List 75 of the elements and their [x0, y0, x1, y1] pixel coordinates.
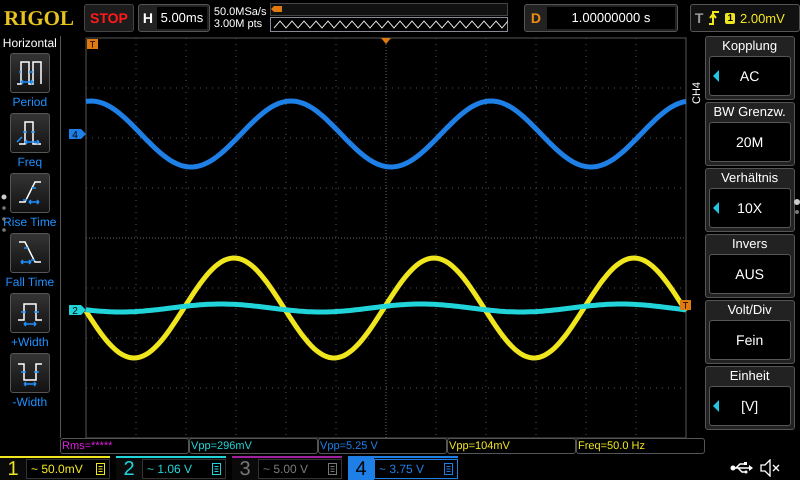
- horizontal-position-icon[interactable]: [380, 38, 391, 44]
- trigger-label: T: [694, 10, 704, 26]
- channel-label: CH4: [690, 80, 704, 104]
- softkey-value: Fein: [736, 332, 764, 348]
- bandwidth-limit-icon: [444, 463, 453, 475]
- measurement-value: Rms=*****: [60, 438, 189, 454]
- timebase-label: H: [142, 10, 154, 26]
- channel-scale: ~ 1.06 V: [147, 462, 194, 476]
- measurement-value: Vpp=5.25 V: [318, 438, 447, 454]
- channel-marker[interactable]: 4: [68, 129, 86, 141]
- softkey-value: 20M: [736, 134, 764, 150]
- softkey-value: 10X: [737, 200, 762, 216]
- trigger-level: 2.00mV: [740, 10, 785, 26]
- channel-number: 4: [348, 458, 374, 480]
- timebase-box[interactable]: H 5.00ms: [138, 4, 210, 32]
- trigger-position-marker[interactable]: T: [86, 39, 98, 50]
- channel-tab[interactable]: 2 ~ 1.06 V: [116, 456, 226, 480]
- channel-scale: ~ 3.75 V: [379, 462, 426, 476]
- softkey-title: Invers: [732, 236, 768, 253]
- measure-button[interactable]: [10, 233, 50, 273]
- measure-label: +Width: [10, 335, 49, 349]
- softkey-value: AUS: [735, 266, 764, 282]
- bandwidth-limit-icon: [96, 463, 105, 475]
- measure-label: Fall Time: [5, 275, 54, 289]
- softkey-title: BW Grenzw.: [714, 104, 786, 121]
- softkey-menu-item[interactable]: Invers AUS: [704, 234, 795, 298]
- mute-icon: [760, 459, 780, 477]
- measurement-value: Freq=50.0 Hz: [576, 438, 705, 454]
- channel-number: 2: [122, 458, 136, 480]
- brand-logo: RIGOL: [4, 6, 76, 30]
- measure-button[interactable]: [10, 113, 50, 153]
- menu-title: Horizontal: [2, 36, 57, 50]
- sample-rate: 50.0MSa/s: [214, 6, 266, 18]
- softkey-menu-item[interactable]: BW Grenzw. 20M: [704, 102, 795, 166]
- softkey-value: AC: [740, 68, 760, 84]
- measure-label: -Width: [12, 395, 48, 409]
- channel-tab[interactable]: 4 ~ 3.75 V: [348, 456, 458, 480]
- measurement-value: Vpp=296mV: [189, 438, 318, 454]
- trigger-box[interactable]: T 1 2.00mV: [690, 4, 800, 32]
- measure-label: Period: [12, 95, 48, 109]
- softkey-value: [V]: [741, 398, 758, 414]
- channel-number: 1: [6, 458, 20, 480]
- measure-button[interactable]: [10, 173, 50, 213]
- measure-label: Rise Time: [3, 215, 56, 229]
- channel-tab[interactable]: 1 ~ 50.0mV: [0, 456, 110, 480]
- measurement-value: Vpp=104mV: [447, 438, 576, 454]
- channel-marker[interactable]: 2: [68, 305, 86, 317]
- delay-label: D: [530, 10, 542, 26]
- memory-depth: 3.00M pts: [214, 18, 264, 30]
- timebase-value: 5.00ms: [157, 7, 207, 29]
- measure-button[interactable]: [10, 293, 50, 333]
- softkey-title: Verhältnis: [721, 170, 778, 187]
- measure-label: Freq: [17, 155, 42, 169]
- channel-tab[interactable]: 3 ~ 5.00 V: [232, 456, 342, 480]
- softkey-title: Kopplung: [722, 38, 778, 55]
- trigger-source: 1: [725, 12, 735, 24]
- measure-button[interactable]: [10, 353, 50, 393]
- measure-button[interactable]: [10, 53, 50, 93]
- delay-box[interactable]: D 1.00000000 s: [524, 4, 678, 32]
- softkey-title: Volt/Div: [728, 302, 772, 319]
- bandwidth-limit-icon: [328, 463, 337, 475]
- delay-value: 1.00000000 s: [547, 7, 675, 29]
- softkey-menu-item[interactable]: Kopplung AC: [704, 36, 795, 100]
- trigger-level-marker[interactable]: T: [680, 300, 691, 310]
- softkey-menu-item[interactable]: Verhältnis 10X: [704, 168, 795, 232]
- usb-icon: [730, 461, 754, 475]
- softkey-title: Einheit: [730, 368, 770, 385]
- run-stop-status[interactable]: STOP: [84, 4, 134, 32]
- channel-scale: ~ 50.0mV: [31, 462, 84, 476]
- channel-scale: ~ 5.00 V: [263, 462, 310, 476]
- channel-number: 3: [238, 458, 252, 480]
- rising-edge-icon: [708, 10, 720, 26]
- bandwidth-limit-icon: [212, 463, 221, 475]
- softkey-menu-item[interactable]: Volt/Div Fein: [704, 300, 795, 364]
- softkey-menu-item[interactable]: Einheit [V]: [704, 366, 795, 430]
